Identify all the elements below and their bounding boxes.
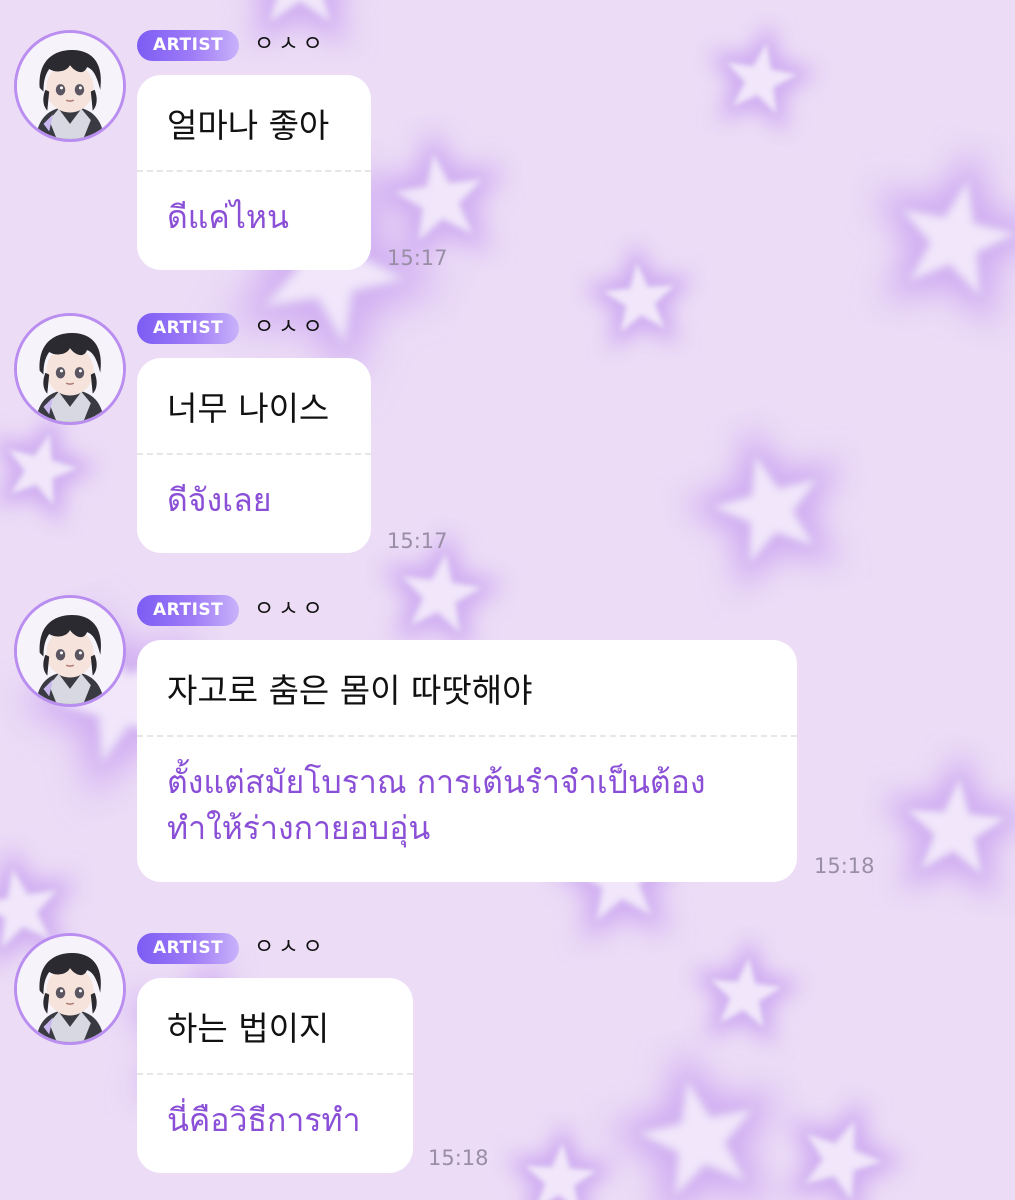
message-bubble[interactable]: 자고로 춤은 몸이 따땃해야 ตั้งแต่สมัยโบราณ การเต้นร… [137,640,797,882]
timestamp: 15:18 [814,854,875,878]
original-text: 얼마나 좋아 [167,106,330,145]
chat-message: ARTIST ㅇㅅㅇ 자고로 춤은 몸이 따땃해야 ตั้งแต่สมัยโบร… [0,565,1015,895]
translated-text: นี่คือวิธีการทำ [167,1101,361,1139]
sender-name: ㅇㅅㅇ [254,315,327,340]
timestamp: 15:18 [428,1146,489,1170]
artist-avatar-icon[interactable] [14,30,126,142]
artist-avatar-icon[interactable] [14,313,126,425]
sender-name: ㅇㅅㅇ [254,597,327,622]
artist-avatar-icon[interactable] [14,933,126,1045]
message-bubble[interactable]: 하는 법이지 นี่คือวิธีการทำ [137,978,413,1173]
chat-message: ARTIST ㅇㅅㅇ 하는 법이지 นี่คือวิธีการทำ 15:18 [0,903,1015,1200]
message-bubble[interactable]: 얼마나 좋아 ดีแค่ไหน [137,75,371,270]
original-text: 자고로 춤은 몸이 따땃해야 [167,671,533,710]
sender-name: ㅇㅅㅇ [254,935,327,960]
sender-name: ㅇㅅㅇ [254,32,327,57]
translated-text: ดีจังเลย [167,481,272,519]
artist-avatar-icon[interactable] [14,595,126,707]
timestamp: 15:17 [387,246,448,270]
original-text: 하는 법이지 [167,1009,330,1048]
message-bubble[interactable]: 너무 나이스 ดีจังเลย [137,358,371,553]
translated-text: ดีแค่ไหน [167,198,289,236]
chat-message: ARTIST ㅇㅅㅇ 너무 나이스 ดีจังเลย 15:17 [0,283,1015,565]
original-text: 너무 나이스 [167,389,330,428]
chat-message: ARTIST ㅇㅅㅇ 얼마나 좋아 ดีแค่ไหน 15:17 [0,0,1015,282]
timestamp: 15:17 [387,529,448,553]
artist-badge: ARTIST [137,595,240,626]
translated-text: ตั้งแต่สมัยโบราณ การเต้นรำจำเป็นต้องทำให… [167,763,706,847]
artist-badge: ARTIST [137,313,240,344]
artist-badge: ARTIST [137,30,240,61]
artist-badge: ARTIST [137,933,240,964]
